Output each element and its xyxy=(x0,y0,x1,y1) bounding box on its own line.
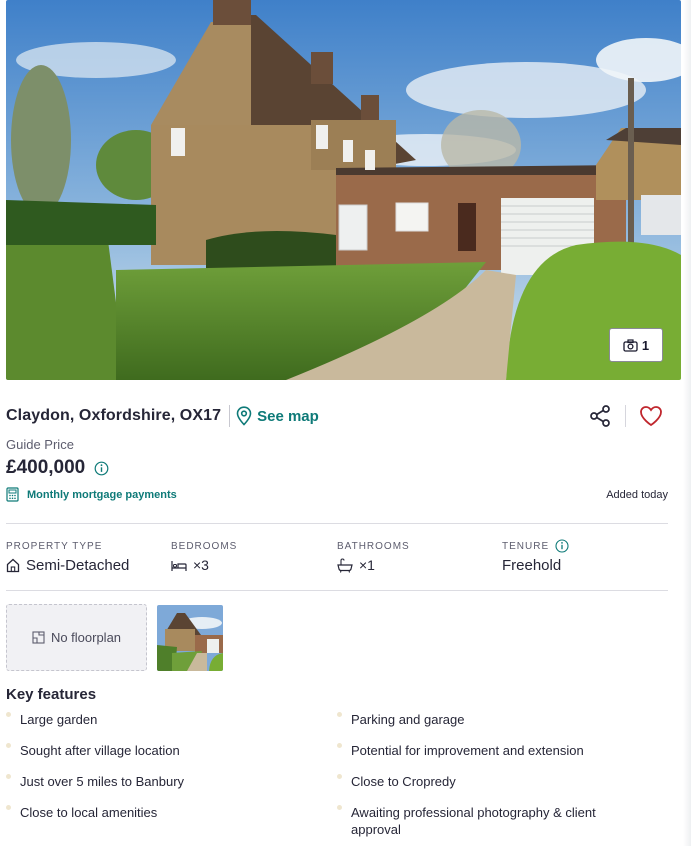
bullet-dot xyxy=(6,805,11,810)
stat-value-row: Freehold xyxy=(502,557,569,574)
feature-text: Just over 5 miles to Banbury xyxy=(20,774,185,789)
address-divider xyxy=(229,405,231,427)
stat-value-row: ×3 xyxy=(171,557,237,573)
stat-label: BEDROOMS xyxy=(171,540,238,552)
mortgage-row: Monthly mortgage payments Added today xyxy=(6,487,668,502)
property-stats: PROPERTY TYPE Semi-Detached BEDROOMS ×3 … xyxy=(6,539,668,576)
stat-label: TENURE xyxy=(502,540,550,552)
calculator-icon xyxy=(6,487,19,502)
floorplan-icon xyxy=(32,631,45,644)
share-button[interactable] xyxy=(585,401,615,431)
bullet-dot xyxy=(6,774,11,779)
see-map-link[interactable]: See map xyxy=(236,406,319,426)
no-floorplan-tile[interactable]: No floorplan xyxy=(6,604,147,671)
stat-value: Semi-Detached xyxy=(26,557,130,574)
feature-item: Close to local amenities xyxy=(6,804,320,821)
bed-icon xyxy=(171,560,187,571)
property-price: £400,000 xyxy=(6,457,86,478)
stat-value: ×1 xyxy=(359,557,375,573)
house-icon xyxy=(6,558,20,573)
bullet-dot xyxy=(337,743,342,748)
bullet-dot xyxy=(337,774,342,779)
feature-item: Sought after village location xyxy=(6,742,320,759)
stat-bathrooms: BATHROOMS ×1 xyxy=(337,540,410,574)
stat-label-row: TENURE xyxy=(502,539,569,553)
stat-label: PROPERTY TYPE xyxy=(6,540,103,552)
feature-text: Parking and garage xyxy=(351,712,465,727)
price-info-icon[interactable] xyxy=(94,461,109,476)
feature-item: Potential for improvement and extension xyxy=(337,742,641,759)
stat-value-row: Semi-Detached xyxy=(6,557,129,574)
bullet-dot xyxy=(6,743,11,748)
price-row: £400,000 xyxy=(6,457,109,479)
feature-text: Large garden xyxy=(20,712,98,727)
property-address: Claydon, Oxfordshire, OX17 xyxy=(6,407,222,424)
feature-item: Just over 5 miles to Banbury xyxy=(6,773,320,790)
photo-count-button[interactable]: 1 xyxy=(609,328,663,362)
bullet-dot xyxy=(6,712,11,717)
stat-tenure: TENURE Freehold xyxy=(502,539,569,574)
stat-value: ×3 xyxy=(193,557,209,573)
mortgage-payments-label: Monthly mortgage payments xyxy=(27,488,177,501)
bullet-dot xyxy=(337,805,342,810)
price-qualifier: Guide Price xyxy=(6,437,74,452)
stat-bedrooms: BEDROOMS ×3 xyxy=(171,540,238,574)
share-icon xyxy=(590,405,610,427)
listing-actions xyxy=(585,401,666,431)
mortgage-payments-link[interactable]: Monthly mortgage payments xyxy=(6,487,177,502)
see-map-label: See map xyxy=(257,407,319,425)
feature-text: Sought after village location xyxy=(20,743,180,758)
main-property-photo[interactable]: 1 xyxy=(6,0,681,380)
camera-icon xyxy=(623,338,638,352)
stat-value: Freehold xyxy=(502,557,562,574)
stat-property-type: PROPERTY TYPE Semi-Detached xyxy=(6,540,129,575)
key-features-title: Key features xyxy=(6,686,97,703)
feature-item: Large garden xyxy=(6,711,320,728)
property-photo-image xyxy=(6,0,681,380)
bath-icon xyxy=(337,557,353,573)
save-favourite-button[interactable] xyxy=(636,401,666,431)
feature-text: Potential for improvement and extension xyxy=(351,743,584,758)
feature-text: Awaiting professional photography & clie… xyxy=(351,805,596,837)
bullet-dot xyxy=(337,712,342,717)
added-date: Added today xyxy=(606,488,668,501)
feature-item: Close to Cropredy xyxy=(337,773,641,790)
divider-top xyxy=(6,523,668,524)
stat-label: BATHROOMS xyxy=(337,540,410,552)
photo-count-value: 1 xyxy=(641,337,650,353)
no-floorplan-label: No floorplan xyxy=(50,630,122,645)
stat-value-row: ×1 xyxy=(337,557,410,573)
thumbnail-image xyxy=(157,605,223,671)
feature-item: Awaiting professional photography & clie… xyxy=(337,804,631,838)
feature-text: Close to Cropredy xyxy=(351,774,456,789)
divider-bottom xyxy=(6,590,668,591)
feature-item: Parking and garage xyxy=(337,711,641,728)
photo-thumbnail[interactable] xyxy=(157,605,223,671)
tenure-info-icon[interactable] xyxy=(555,539,569,553)
heart-icon xyxy=(640,406,662,427)
address-row: Claydon, Oxfordshire, OX17 See map xyxy=(6,402,666,430)
page-edge xyxy=(683,0,691,846)
actions-divider xyxy=(625,405,626,427)
map-pin-icon xyxy=(236,406,252,426)
feature-text: Close to local amenities xyxy=(20,805,158,820)
